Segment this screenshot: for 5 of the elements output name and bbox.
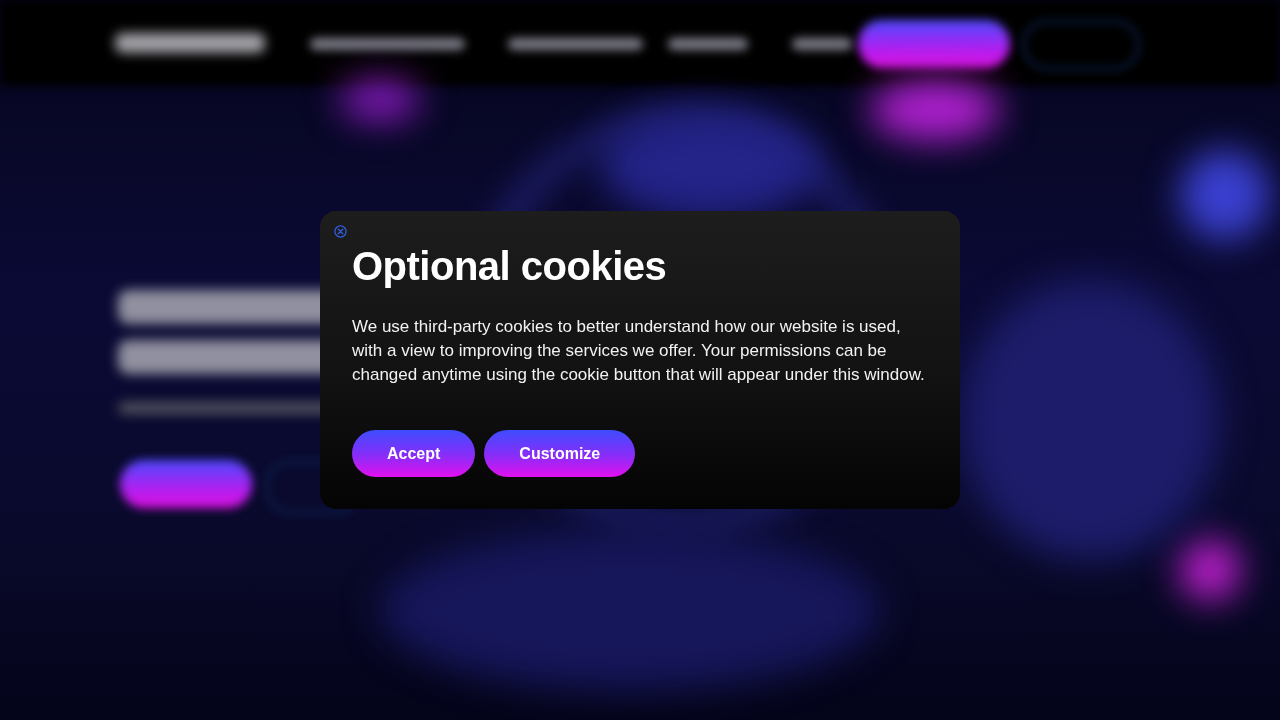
dialog-message: We use third-party cookies to better understand how our website is used, with a view to improving the services we offer. Your permissions can be changed anytime using the cookie button that will appear under this window. xyxy=(352,316,926,386)
dialog-title: Optional cookies xyxy=(352,243,667,290)
accept-button[interactable]: Accept xyxy=(352,430,476,477)
customize-button[interactable]: Customize xyxy=(484,430,636,477)
close-icon[interactable] xyxy=(334,225,347,238)
